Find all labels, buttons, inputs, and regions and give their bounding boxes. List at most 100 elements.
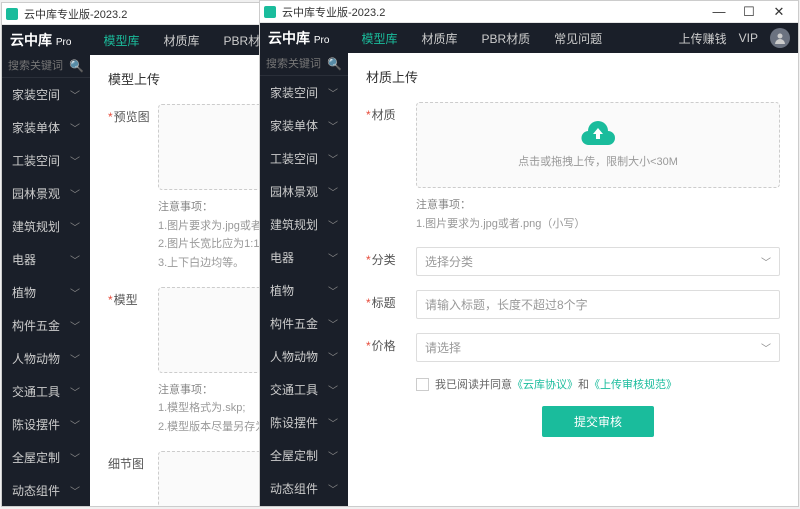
- sidebar-item[interactable]: 动态组件﹀: [2, 474, 90, 506]
- nav-model-lib[interactable]: 模型库: [91, 25, 151, 55]
- titlebar[interactable]: 云中库专业版-2023.2 — ☐ ✕: [260, 1, 798, 23]
- nav-model-lib[interactable]: 模型库: [349, 23, 409, 53]
- chevron-down-icon: ﹀: [70, 186, 80, 201]
- chevron-down-icon: ﹀: [70, 450, 80, 465]
- agreement-checkbox[interactable]: [416, 378, 429, 391]
- chevron-down-icon: ﹀: [761, 340, 771, 355]
- chevron-down-icon: ﹀: [328, 283, 338, 298]
- chevron-down-icon: ﹀: [328, 481, 338, 496]
- window-title: 云中库专业版-2023.2: [24, 6, 127, 22]
- chevron-down-icon: ﹀: [70, 87, 80, 102]
- label-title: *标题: [366, 290, 416, 319]
- sidebar-item[interactable]: 动态组件﹀: [260, 472, 348, 505]
- search-icon[interactable]: 🔍: [69, 59, 84, 73]
- sidebar-item[interactable]: 家装空间﹀: [260, 76, 348, 109]
- search-row: 🔍: [260, 53, 348, 76]
- chevron-down-icon: ﹀: [328, 118, 338, 133]
- chevron-down-icon: ﹀: [70, 318, 80, 333]
- nav-material-lib[interactable]: 材质库: [409, 23, 469, 53]
- sidebar: 🔍 家装空间﹀ 家装单体﹀ 工装空间﹀ 园林景观﹀ 建筑规划﹀ 电器﹀ 植物﹀ …: [260, 53, 348, 506]
- upload-earn-link[interactable]: 上传赚钱: [679, 30, 727, 47]
- sidebar-item[interactable]: 电器﹀: [260, 241, 348, 274]
- app-icon: [264, 5, 278, 19]
- sidebar-item[interactable]: 工装空间﹀: [2, 144, 90, 177]
- title-input[interactable]: 请输入标题，长度不超过8个字: [416, 290, 780, 319]
- sidebar-item[interactable]: 构件五金﹀: [2, 309, 90, 342]
- page-title: 材质上传: [366, 67, 780, 86]
- price-select[interactable]: 请选择 ﹀: [416, 333, 780, 362]
- review-spec-link[interactable]: 《上传审核规范》: [589, 376, 677, 392]
- label-material: *材质: [366, 102, 416, 233]
- sidebar-item[interactable]: 园林景观﹀: [2, 177, 90, 210]
- sidebar-item[interactable]: 家装单体﹀: [260, 109, 348, 142]
- search-icon[interactable]: 🔍: [327, 57, 342, 71]
- window-title: 云中库专业版-2023.2: [282, 4, 385, 20]
- category-select[interactable]: 选择分类 ﹀: [416, 247, 780, 276]
- sidebar-item[interactable]: 园林景观﹀: [260, 175, 348, 208]
- nav: 模型库 材质库 PBR材质 常见问题: [349, 23, 614, 53]
- chevron-down-icon: ﹀: [328, 448, 338, 463]
- sidebar-item[interactable]: 全屋定制﹀: [2, 441, 90, 474]
- chevron-down-icon: ﹀: [70, 252, 80, 267]
- chevron-down-icon: ﹀: [328, 250, 338, 265]
- sidebar-item[interactable]: 家装单体﹀: [2, 111, 90, 144]
- chevron-down-icon: ﹀: [70, 384, 80, 399]
- upload-hint: 点击或拖拽上传，限制大小<30M: [427, 153, 769, 169]
- chevron-down-icon: ﹀: [328, 85, 338, 100]
- chevron-down-icon: ﹀: [328, 382, 338, 397]
- chevron-down-icon: ﹀: [328, 349, 338, 364]
- sidebar: 🔍 家装空间﹀ 家装单体﹀ 工装空间﹀ 园林景观﹀ 建筑规划﹀ 电器﹀ 植物﹀ …: [2, 55, 90, 506]
- sidebar-item[interactable]: 工装空间﹀: [260, 142, 348, 175]
- label-detail: 细节图: [108, 451, 158, 506]
- submit-button[interactable]: 提交审核: [542, 406, 654, 437]
- chevron-down-icon: ﹀: [70, 219, 80, 234]
- sidebar-item[interactable]: 全屋定制﹀: [260, 439, 348, 472]
- search-input[interactable]: [266, 58, 327, 70]
- nav-pbr[interactable]: PBR材质: [469, 23, 542, 53]
- label-model: *模型: [108, 287, 158, 437]
- sidebar-item[interactable]: 植物﹀: [2, 276, 90, 309]
- cloud-upload-icon: [580, 121, 616, 147]
- chevron-down-icon: ﹀: [70, 483, 80, 498]
- header: 云中库 Pro 模型库 材质库 PBR材质 常见问题 上传赚钱 VIP: [260, 23, 798, 53]
- sidebar-item[interactable]: 人物动物﹀: [2, 342, 90, 375]
- search-input[interactable]: [8, 60, 69, 72]
- chevron-down-icon: ﹀: [70, 351, 80, 366]
- nav-material-lib[interactable]: 材质库: [151, 25, 211, 55]
- window-material-upload: 云中库专业版-2023.2 — ☐ ✕ 云中库 Pro 模型库 材质库 PBR材…: [259, 0, 799, 507]
- sidebar-item[interactable]: 家装空间﹀: [2, 78, 90, 111]
- chevron-down-icon: ﹀: [70, 285, 80, 300]
- vip-link[interactable]: VIP: [739, 31, 758, 45]
- chevron-down-icon: ﹀: [70, 120, 80, 135]
- sidebar-item[interactable]: 构件五金﹀: [260, 307, 348, 340]
- sidebar-item[interactable]: 建筑规划﹀: [260, 208, 348, 241]
- upload-material[interactable]: 点击或拖拽上传，限制大小<30M: [416, 102, 780, 188]
- chevron-down-icon: ﹀: [70, 417, 80, 432]
- logo: 云中库 Pro: [10, 30, 71, 50]
- content-material: 材质上传 *材质 点击或拖拽上传，限制大小<30M 注意事项： 1.图片要求为.…: [348, 53, 798, 506]
- sidebar-item[interactable]: 陈设摆件﹀: [260, 406, 348, 439]
- chevron-down-icon: ﹀: [328, 316, 338, 331]
- chevron-down-icon: ﹀: [761, 254, 771, 269]
- nav-faq[interactable]: 常见问题: [542, 23, 614, 53]
- sidebar-item[interactable]: 电器﹀: [2, 243, 90, 276]
- label-category: *分类: [366, 247, 416, 276]
- sidebar-item[interactable]: 陈设摆件﹀: [2, 408, 90, 441]
- sidebar-item[interactable]: 交通工具﹀: [260, 373, 348, 406]
- sidebar-item[interactable]: 人物动物﹀: [260, 340, 348, 373]
- logo: 云中库 Pro: [268, 28, 329, 48]
- chevron-down-icon: ﹀: [328, 415, 338, 430]
- maximize-button[interactable]: ☐: [734, 2, 764, 22]
- close-button[interactable]: ✕: [764, 2, 794, 22]
- agreement-row: 我已阅读并同意 《云库协议》 和 《上传审核规范》: [416, 376, 780, 392]
- app-icon: [6, 7, 20, 21]
- sidebar-item[interactable]: 建筑规划﹀: [2, 210, 90, 243]
- chevron-down-icon: ﹀: [328, 217, 338, 232]
- sidebar-item[interactable]: 植物﹀: [260, 274, 348, 307]
- sidebar-item[interactable]: 交通工具﹀: [2, 375, 90, 408]
- sidebar-item[interactable]: PB3构件﹀: [260, 505, 348, 506]
- avatar[interactable]: [770, 28, 790, 48]
- label-preview: *预览图: [108, 104, 158, 273]
- minimize-button[interactable]: —: [704, 2, 734, 22]
- agreement-link[interactable]: 《云库协议》: [512, 376, 578, 392]
